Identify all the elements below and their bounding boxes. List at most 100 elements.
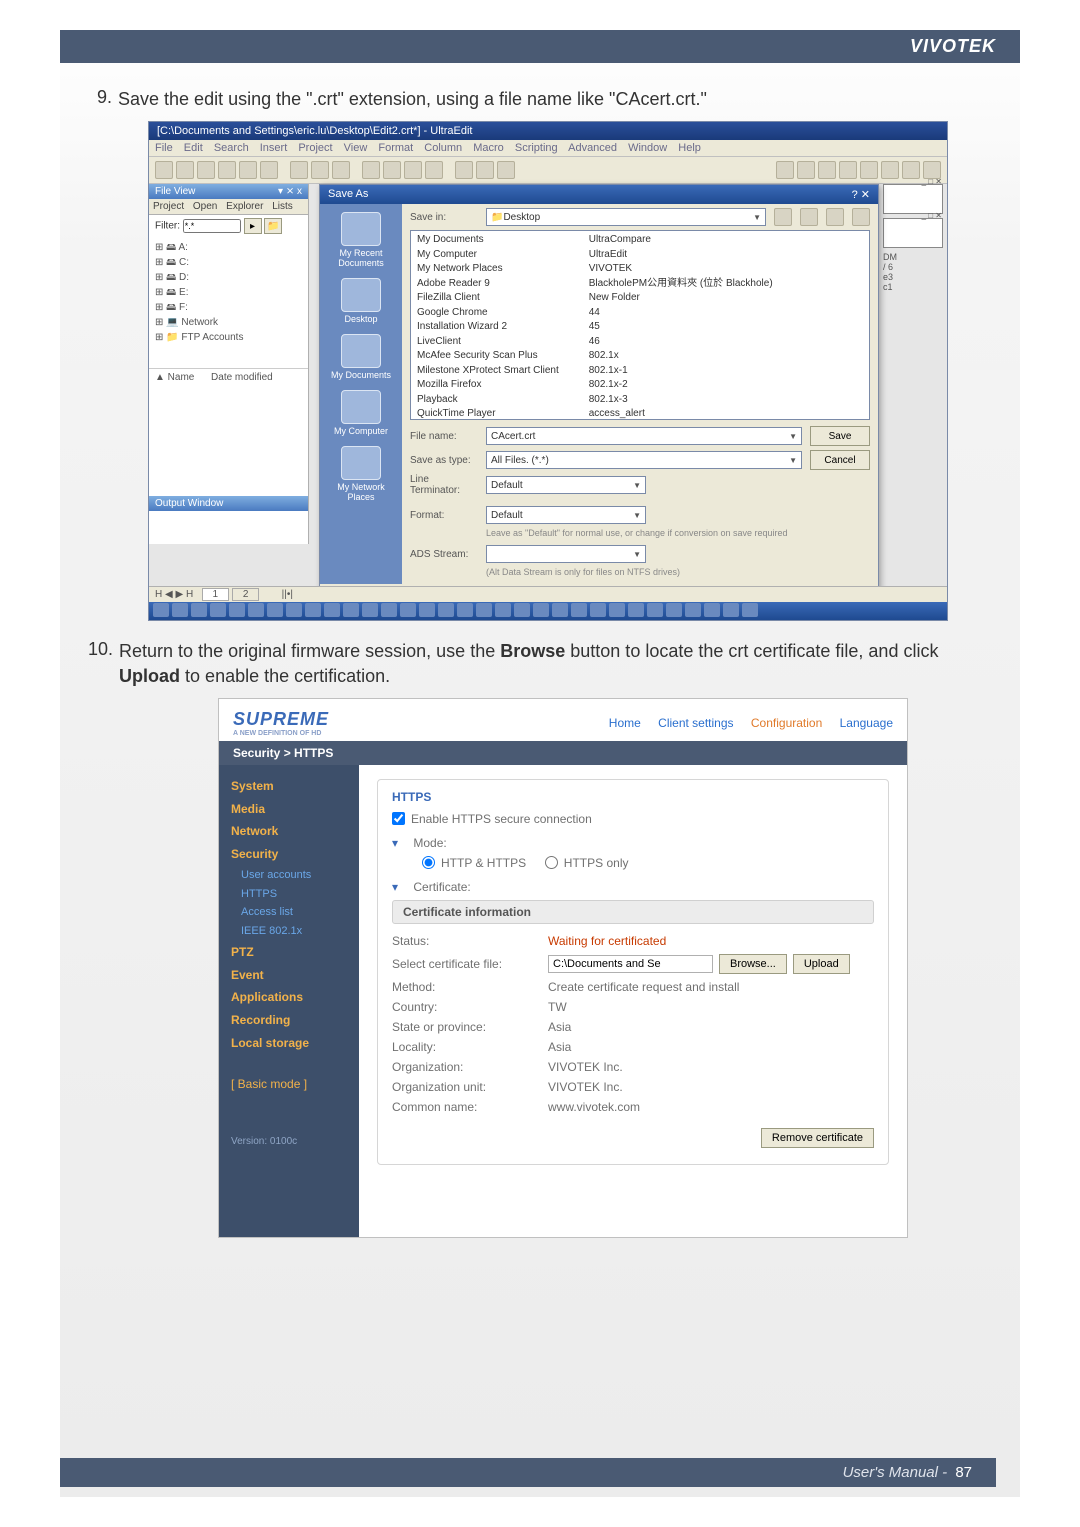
toolbar-icon[interactable] <box>290 161 308 179</box>
menu-search[interactable]: Search <box>214 142 249 154</box>
sidebar-item-ptz[interactable]: PTZ <box>231 941 359 964</box>
tree-node[interactable]: ⊞ 🖴 E: <box>155 285 302 300</box>
menu-scripting[interactable]: Scripting <box>515 142 558 154</box>
file-item[interactable]: LiveClient <box>417 335 559 350</box>
menu-view[interactable]: View <box>344 142 368 154</box>
taskbar-item[interactable] <box>666 603 682 617</box>
drive-tree[interactable]: ⊞ 🖴 A: ⊞ 🖴 C: ⊞ 🖴 D: ⊞ 🖴 E: ⊞ 🖴 F: ⊞ 💻 N… <box>149 237 308 348</box>
toolbar-icon[interactable] <box>425 161 443 179</box>
up-icon[interactable] <box>800 208 818 226</box>
file-item[interactable]: access_alert <box>589 407 773 420</box>
file-item[interactable]: QuickTime Player <box>417 407 559 420</box>
taskbar-item[interactable] <box>590 603 606 617</box>
sidebar-item-event[interactable]: Event <box>231 964 359 987</box>
menu-insert[interactable]: Insert <box>260 142 288 154</box>
taskbar-item[interactable] <box>381 603 397 617</box>
place-computer[interactable]: My Computer <box>324 390 398 436</box>
tree-node[interactable]: ⊞ 🖴 C: <box>155 255 302 270</box>
menu-macro[interactable]: Macro <box>473 142 504 154</box>
tab-nav[interactable]: H ◀ ▶ H <box>155 589 193 600</box>
toolbar-icon[interactable] <box>239 161 257 179</box>
newfolder-icon[interactable] <box>826 208 844 226</box>
tab-2[interactable]: 2 <box>232 588 260 601</box>
tree-node[interactable]: ⊞ 📁 FTP Accounts <box>155 330 302 345</box>
toolbar-icon[interactable] <box>176 161 194 179</box>
file-item[interactable]: 44 <box>589 306 773 321</box>
file-item[interactable]: 802.1x-2 <box>589 378 773 393</box>
file-item[interactable]: Adobe Reader 9 <box>417 277 559 292</box>
sidebar-sub-8021x[interactable]: IEEE 802.1x <box>231 922 359 941</box>
file-item[interactable]: Installation Wizard 2 <box>417 320 559 335</box>
file-item[interactable]: 45 <box>589 320 773 335</box>
menu-column[interactable]: Column <box>424 142 462 154</box>
file-item[interactable]: My Documents <box>417 233 559 248</box>
taskbar-item[interactable] <box>495 603 511 617</box>
taskbar-item[interactable] <box>723 603 739 617</box>
sidebar-item-network[interactable]: Network <box>231 820 359 843</box>
back-icon[interactable] <box>774 208 792 226</box>
saveastype-select[interactable]: All Files. (*.*) <box>486 451 802 469</box>
taskbar-item[interactable] <box>476 603 492 617</box>
taskbar-item[interactable] <box>514 603 530 617</box>
taskbar-item[interactable] <box>210 603 226 617</box>
nav-config[interactable]: Configuration <box>751 716 822 730</box>
savein-select[interactable]: 📁 Desktop <box>486 208 766 226</box>
menu-help[interactable]: Help <box>678 142 701 154</box>
taskbar-item[interactable] <box>552 603 568 617</box>
basic-mode-link[interactable]: [ Basic mode ] <box>231 1073 359 1096</box>
viewmenu-icon[interactable] <box>852 208 870 226</box>
file-item[interactable]: 802.1x-3 <box>589 393 773 408</box>
taskbar-item[interactable] <box>343 603 359 617</box>
toolbar-icon[interactable] <box>797 161 815 179</box>
pane-controls[interactable]: ▾ ⨯ x <box>278 186 302 197</box>
remove-cert-button[interactable]: Remove certificate <box>761 1128 874 1148</box>
tree-node[interactable]: ⊞ 🖴 D: <box>155 270 302 285</box>
format-select[interactable]: Default <box>486 506 646 524</box>
toolbar-icon[interactable] <box>818 161 836 179</box>
toolbar-icon[interactable] <box>902 161 920 179</box>
menu-advanced[interactable]: Advanced <box>568 142 617 154</box>
taskbar-item[interactable] <box>457 603 473 617</box>
tab-lists[interactable]: Lists <box>272 201 293 212</box>
taskbar-item[interactable] <box>647 603 663 617</box>
tab-open[interactable]: Open <box>193 201 217 212</box>
taskbar-item[interactable] <box>191 603 207 617</box>
sidebar-item-applications[interactable]: Applications <box>231 986 359 1009</box>
file-item[interactable]: FileZilla Client <box>417 291 559 306</box>
ads-select[interactable] <box>486 545 646 563</box>
toolbar-icon[interactable] <box>455 161 473 179</box>
file-view-tabs[interactable]: Project Open Explorer Lists <box>149 199 308 215</box>
toolbar-icon[interactable] <box>311 161 329 179</box>
nav-home[interactable]: Home <box>609 716 641 730</box>
file-list[interactable]: My Documents My Computer My Network Plac… <box>410 230 870 420</box>
taskbar-item[interactable] <box>267 603 283 617</box>
toolbar-icon[interactable] <box>155 161 173 179</box>
toolbar-icon[interactable] <box>476 161 494 179</box>
toolbar-icon[interactable] <box>218 161 236 179</box>
tree-node[interactable]: ⊞ 🖴 A: <box>155 240 302 255</box>
file-item[interactable]: My Computer <box>417 248 559 263</box>
menu-edit[interactable]: Edit <box>184 142 203 154</box>
menu-file[interactable]: File <box>155 142 173 154</box>
sidebar-sub-https[interactable]: HTTPS <box>231 885 359 904</box>
toolbar-icon[interactable] <box>362 161 380 179</box>
nav-client[interactable]: Client settings <box>658 716 733 730</box>
file-item[interactable]: McAfee Security Scan Plus <box>417 349 559 364</box>
sidebar-item-recording[interactable]: Recording <box>231 1009 359 1032</box>
toolbar-icon[interactable] <box>197 161 215 179</box>
sidebar-item-localstorage[interactable]: Local storage <box>231 1032 359 1055</box>
taskbar-item[interactable] <box>324 603 340 617</box>
menu-bar[interactable]: File Edit Search Insert Project View For… <box>149 140 947 157</box>
taskbar-item[interactable] <box>286 603 302 617</box>
taskbar-item[interactable] <box>742 603 758 617</box>
toolbar-icon[interactable] <box>860 161 878 179</box>
sidebar-item-security[interactable]: Security <box>231 843 359 866</box>
file-item[interactable]: 802.1x-1 <box>589 364 773 379</box>
dialog-controls[interactable]: ? ✕ <box>852 188 870 201</box>
taskbar-item[interactable] <box>571 603 587 617</box>
file-item[interactable]: My Network Places <box>417 262 559 277</box>
file-item[interactable]: VIVOTEK <box>589 262 773 277</box>
upload-button[interactable]: Upload <box>793 954 850 974</box>
tree-node[interactable]: ⊞ 🖴 F: <box>155 300 302 315</box>
place-network[interactable]: My Network Places <box>324 446 398 502</box>
